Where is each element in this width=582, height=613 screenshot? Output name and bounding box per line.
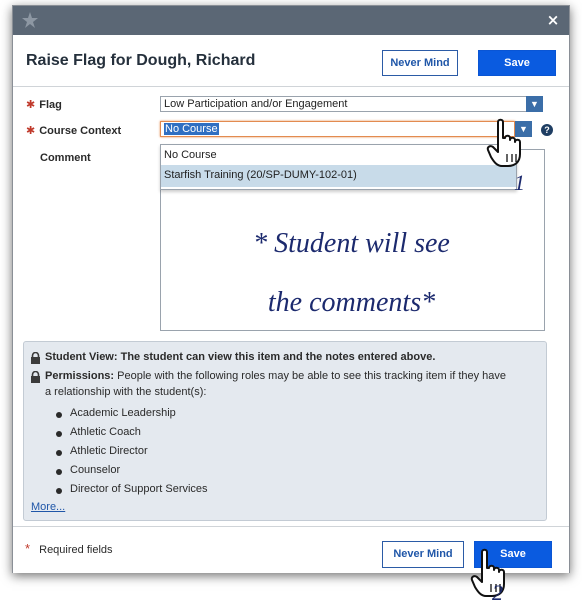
required-fields-text: Required fields	[39, 544, 113, 556]
student-view-label: Student View:	[45, 351, 118, 363]
close-icon[interactable]: ×	[545, 12, 561, 28]
lock-icon	[31, 371, 40, 383]
course-context-dropdown: No Course Starfish Training (20/SP-DUMY-…	[160, 144, 517, 190]
lock-icon	[31, 352, 40, 364]
flag-select-value: Low Participation and/or Engagement	[164, 98, 348, 110]
bullet	[56, 450, 62, 456]
comment-label: Comment	[40, 152, 91, 164]
dropdown-option[interactable]: Starfish Training (20/SP-DUMY-102-01)	[161, 165, 516, 187]
more-link[interactable]: More...	[31, 501, 65, 513]
bullet	[56, 469, 62, 475]
course-context-select-value: No Course	[164, 123, 219, 135]
dialog-title: Raise Flag for Dough, Richard	[26, 52, 256, 69]
step-number: 1	[514, 170, 525, 195]
annotation-text: * Student will see	[253, 228, 450, 259]
raise-flag-dialog: × Raise Flag for Dough, Richard Never Mi…	[12, 5, 570, 573]
bullet	[56, 488, 62, 494]
permissions-line: Permissions: People with the following r…	[45, 370, 506, 382]
never-mind-button[interactable]: Never Mind	[382, 541, 464, 568]
required-star: ✱	[26, 99, 36, 111]
dropdown-option[interactable]: No Course	[161, 145, 516, 165]
required-star: ✱	[26, 125, 36, 137]
chevron-down-icon[interactable]: ▼	[526, 96, 543, 112]
dialog-header: Raise Flag for Dough, Richard Never Mind…	[13, 36, 569, 87]
student-view-text: The student can view this item and the n…	[120, 351, 436, 363]
starfish-icon	[22, 12, 38, 28]
role-item: Counselor	[70, 464, 121, 476]
save-button-top[interactable]: Save	[478, 50, 556, 76]
role-item: Academic Leadership	[70, 407, 176, 419]
role-item: Director of Support Services	[70, 483, 208, 495]
permissions-label: Permissions:	[45, 370, 115, 382]
hand-pointer-icon	[470, 548, 505, 597]
course-context-select[interactable]: No Course	[160, 121, 515, 137]
role-item: Athletic Director	[70, 445, 148, 457]
course-context-label: ✱ Course Context	[26, 125, 122, 137]
info-panel: Student View: The student can view this …	[23, 341, 547, 521]
never-mind-button-top[interactable]: Never Mind	[382, 50, 458, 76]
bullet	[56, 431, 62, 437]
flag-label: ✱ Flag	[26, 99, 62, 111]
hand-pointer-icon	[486, 118, 521, 167]
permissions-text-cont: a relationship with the student(s):	[45, 386, 207, 398]
student-view-line: Student View: The student can view this …	[45, 351, 435, 363]
step-number: 2	[492, 580, 503, 605]
help-icon[interactable]: ?	[541, 124, 553, 136]
flag-select[interactable]: Low Participation and/or Engagement ▼	[160, 96, 543, 112]
annotation-text: the comments*	[267, 287, 436, 318]
bullet	[56, 412, 62, 418]
required-star: *	[25, 541, 31, 556]
permissions-text: People with the following roles may be a…	[117, 370, 507, 382]
dialog-titlebar: ×	[13, 6, 569, 35]
required-fields-note: * Required fields	[25, 541, 113, 556]
role-item: Athletic Coach	[70, 426, 141, 438]
